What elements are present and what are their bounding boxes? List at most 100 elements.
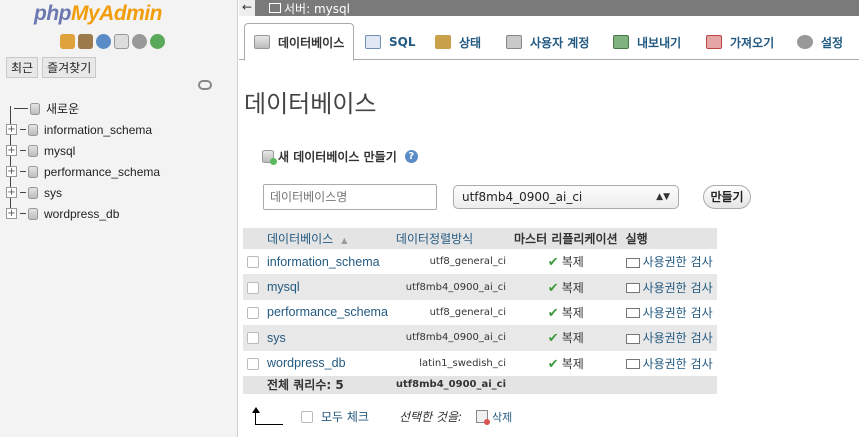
tree-line — [14, 108, 28, 109]
favorites-tab[interactable]: 즐겨찾기 — [42, 57, 97, 78]
privileges-icon — [625, 359, 640, 370]
row-checkbox[interactable] — [247, 281, 259, 294]
database-icon — [28, 207, 38, 220]
link-icon[interactable] — [198, 80, 212, 90]
check-icon: ✔ — [547, 331, 559, 347]
bulk-actions: 모두 체크 선택한 것을: 삭제 — [252, 406, 512, 425]
select-column-header — [243, 228, 263, 249]
check-privileges-link[interactable]: 사용권한 검사 — [621, 350, 717, 376]
tab-label: 설정 — [821, 35, 844, 50]
tab-status[interactable]: 상태 — [426, 23, 490, 61]
check-privileges-link[interactable]: 사용권한 검사 — [621, 274, 717, 300]
tree-item-mysql[interactable]: + mysql — [4, 140, 160, 161]
breadcrumb-bar: ← 서버: mysql — [239, 0, 859, 16]
row-checkbox[interactable] — [247, 332, 259, 345]
logout-icon[interactable] — [78, 34, 93, 49]
table-header-row: 데이터베이스 ▲ 데이터정렬방식 마스터 리플리케이션 실행 — [243, 228, 717, 249]
delete-button[interactable]: 삭제 — [492, 409, 512, 425]
back-arrow-icon[interactable]: ← — [239, 0, 255, 16]
replication-cell: ✔ 복제 — [510, 350, 622, 376]
delete-icon[interactable] — [476, 410, 491, 425]
tab-label: 상태 — [459, 35, 482, 50]
collation-cell: utf8_general_ci — [391, 249, 511, 275]
collation-cell: utf8mb4_0900_ai_ci — [391, 274, 511, 300]
replication-cell: ✔ 복제 — [510, 325, 622, 351]
collation-cell: utf8mb4_0900_ai_ci — [391, 325, 511, 351]
create-database-label: 새 데이터베이스 만들기 — [278, 150, 397, 164]
tree-label[interactable]: 새로운 — [46, 100, 79, 117]
tree-label[interactable]: performance_schema — [44, 165, 160, 179]
tree-label[interactable]: sys — [44, 186, 62, 200]
recent-tab[interactable]: 최근 — [6, 57, 39, 78]
collation-select[interactable]: utf8mb4_0900_ai_ci ▲▼ — [453, 185, 679, 209]
row-checkbox[interactable] — [247, 306, 259, 319]
column-header-replication: 마스터 리플리케이션 — [510, 228, 622, 249]
arrow-up-icon — [252, 406, 283, 425]
row-checkbox[interactable] — [247, 256, 259, 269]
check-privileges-link[interactable]: 사용권한 검사 — [621, 325, 717, 351]
replication-cell: ✔ 복제 — [510, 249, 622, 275]
database-name-link[interactable]: performance_schema — [263, 299, 392, 326]
tree-label[interactable]: wordpress_db — [44, 207, 119, 221]
tab-settings[interactable]: 설정 — [788, 23, 852, 61]
new-database-icon — [262, 150, 277, 165]
database-name-link[interactable]: mysql — [263, 274, 392, 300]
docs-icon[interactable] — [114, 34, 129, 49]
with-selected-label: 선택한 것을: — [398, 410, 463, 424]
column-header-database[interactable]: 데이터베이스 ▲ — [263, 228, 392, 249]
column-header-collation[interactable]: 데이터정렬방식 — [391, 228, 511, 249]
import-icon — [706, 35, 722, 49]
create-button[interactable]: 만들기 — [703, 185, 751, 209]
tree-item-performance-schema[interactable]: + performance_schema — [4, 161, 160, 182]
database-name-link[interactable]: information_schema — [263, 249, 392, 275]
database-name-link[interactable]: sys — [263, 325, 392, 351]
tab-sql[interactable]: SQL — [356, 23, 425, 61]
help-icon[interactable]: ? — [404, 150, 418, 163]
tree-label[interactable]: mysql — [44, 144, 75, 158]
expand-icon[interactable]: + — [6, 145, 17, 156]
check-privileges-link[interactable]: 사용권한 검사 — [621, 299, 717, 326]
tree-item-wordpress-db[interactable]: + wordpress_db — [4, 203, 160, 224]
total-label: 전체 쿼리수: 5 — [263, 375, 392, 394]
check-all-label[interactable]: 모두 체크 — [321, 408, 369, 425]
tree-item-information-schema[interactable]: + information_schema — [4, 119, 160, 140]
select-arrows-icon: ▲▼ — [656, 192, 670, 202]
replication-cell: ✔ 복제 — [510, 274, 622, 300]
total-collation: utf8mb4_0900_ai_ci — [391, 375, 511, 394]
reload-icon[interactable] — [150, 34, 165, 49]
tree-line — [20, 150, 26, 151]
tab-label: SQL — [389, 35, 416, 49]
check-all-checkbox[interactable] — [301, 410, 313, 423]
help-icon[interactable] — [96, 34, 111, 49]
tree-item-new[interactable]: 새로운 — [4, 98, 160, 119]
home-icon[interactable] — [60, 34, 75, 49]
expand-icon[interactable]: + — [6, 187, 17, 198]
collation-value: utf8mb4_0900_ai_ci — [462, 190, 583, 204]
database-icon — [254, 35, 270, 49]
row-checkbox[interactable] — [247, 357, 259, 370]
expand-icon[interactable]: + — [6, 124, 17, 135]
tree-line — [20, 213, 26, 214]
column-header-action: 실행 — [621, 228, 717, 249]
privileges-icon — [625, 283, 640, 294]
database-icon — [28, 144, 38, 157]
database-name-input[interactable] — [263, 184, 437, 210]
tab-label: 데이터베이스 — [278, 35, 345, 50]
phpmyadmin-logo[interactable]: phpMyAdmin — [34, 2, 162, 26]
expand-icon[interactable]: + — [6, 208, 17, 219]
gear-icon[interactable] — [132, 34, 147, 49]
tree-label[interactable]: information_schema — [44, 123, 152, 137]
breadcrumb-server[interactable]: 서버: mysql — [284, 0, 350, 17]
wrench-icon — [797, 35, 813, 49]
check-privileges-link[interactable]: 사용권한 검사 — [621, 249, 717, 275]
tree-item-sys[interactable]: + sys — [4, 182, 160, 203]
tab-databases[interactable]: 데이터베이스 — [244, 23, 355, 61]
tab-export[interactable]: 내보내기 — [604, 23, 690, 61]
expand-icon[interactable]: + — [6, 166, 17, 177]
database-name-link[interactable]: wordpress_db — [263, 350, 392, 376]
tab-import[interactable]: 가져오기 — [697, 23, 783, 61]
check-icon: ✔ — [547, 305, 559, 321]
navigation-panel: phpMyAdmin 최근 즐겨찾기 새로운 + information_sch… — [0, 0, 238, 437]
tab-user-accounts[interactable]: 사용자 계정 — [497, 23, 598, 61]
table-row: wordpress_db latin1_swedish_ci ✔ 복제 사용권한 … — [243, 350, 717, 376]
